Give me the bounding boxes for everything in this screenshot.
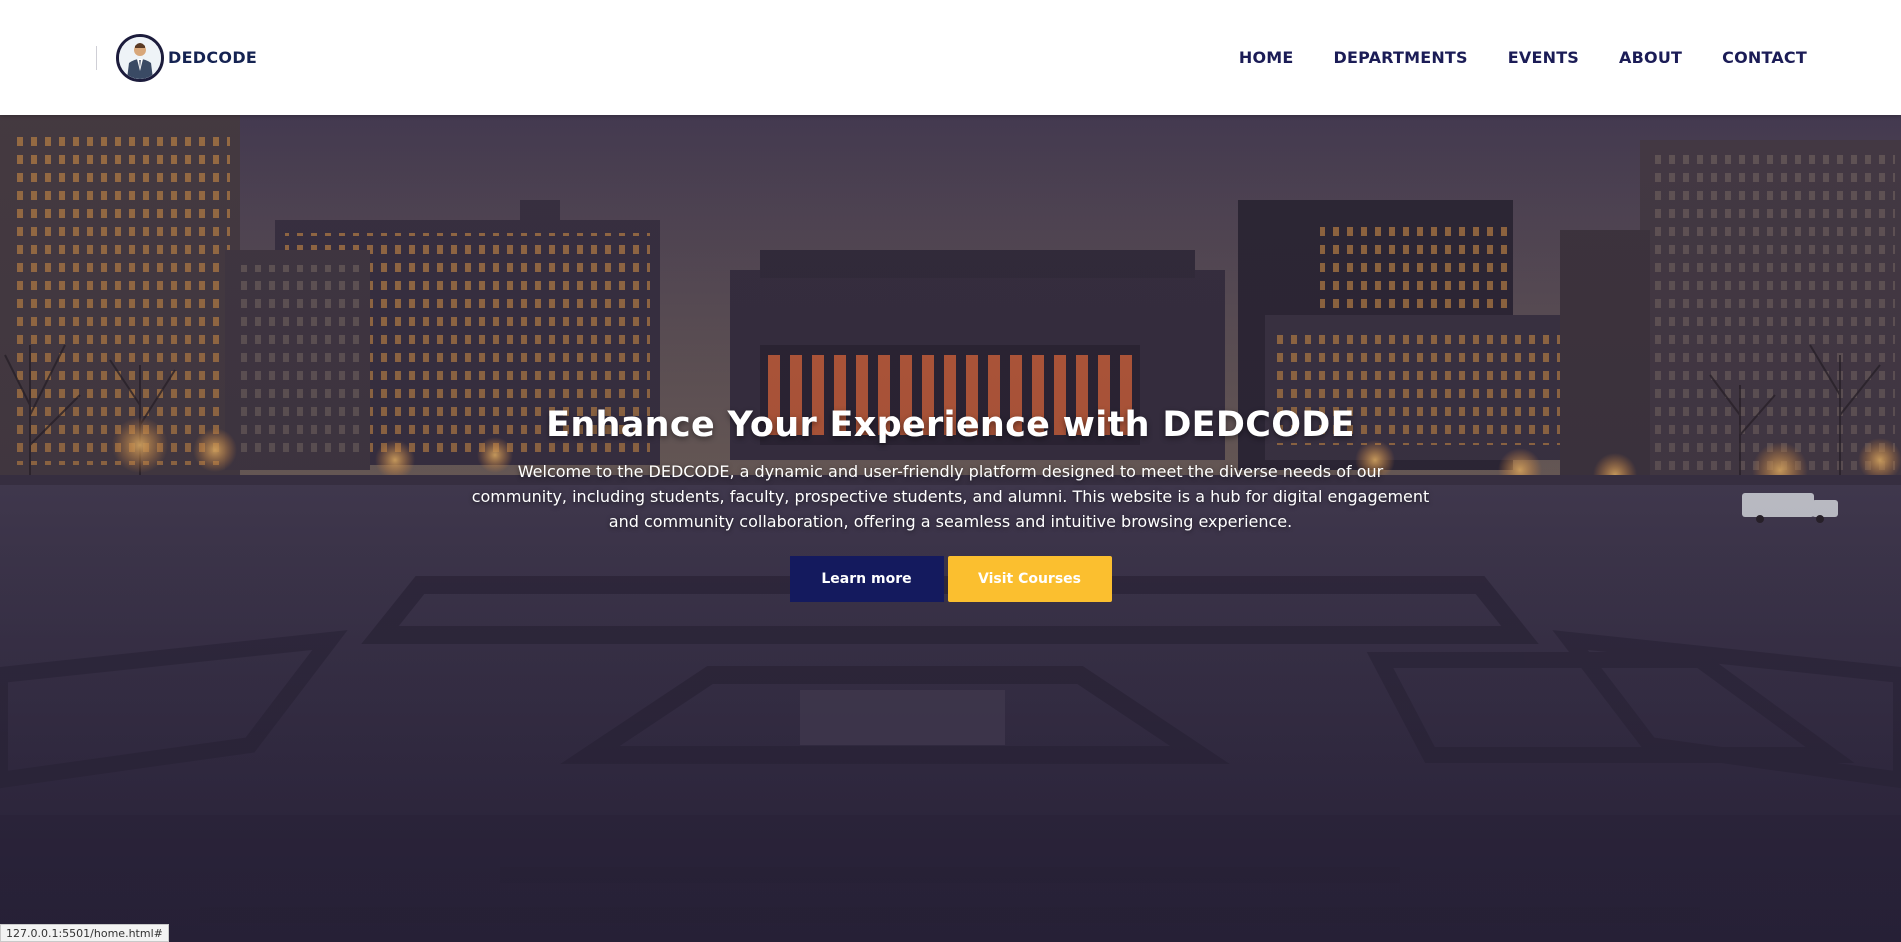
nav-contact[interactable]: CONTACT <box>1722 48 1807 67</box>
logo-avatar-icon <box>116 33 164 82</box>
status-bar-url: 127.0.0.1:5501/home.html# <box>0 924 169 942</box>
hero-content: Enhance Your Experience with DEDCODE Wel… <box>0 405 1901 602</box>
nav-home[interactable]: HOME <box>1239 48 1294 67</box>
brand[interactable]: DEDCODE <box>96 33 258 82</box>
site-header: DEDCODE HOME DEPARTMENTS EVENTS ABOUT CO… <box>0 0 1901 115</box>
learn-more-button[interactable]: Learn more <box>789 556 944 602</box>
hero-title: Enhance Your Experience with DEDCODE <box>546 405 1355 445</box>
brand-name: DEDCODE <box>168 48 258 67</box>
nav-events[interactable]: EVENTS <box>1508 48 1579 67</box>
nav-departments[interactable]: DEPARTMENTS <box>1334 48 1468 67</box>
nav-about[interactable]: ABOUT <box>1619 48 1682 67</box>
hero-section: Enhance Your Experience with DEDCODE Wel… <box>0 115 1901 942</box>
brand-divider <box>96 45 97 70</box>
hero-buttons: Learn more Visit Courses <box>0 556 1901 602</box>
hero-description: Welcome to the DEDCODE, a dynamic and us… <box>471 462 1430 531</box>
visit-courses-button[interactable]: Visit Courses <box>947 556 1112 602</box>
main-nav: HOME DEPARTMENTS EVENTS ABOUT CONTACT <box>1239 48 1807 67</box>
